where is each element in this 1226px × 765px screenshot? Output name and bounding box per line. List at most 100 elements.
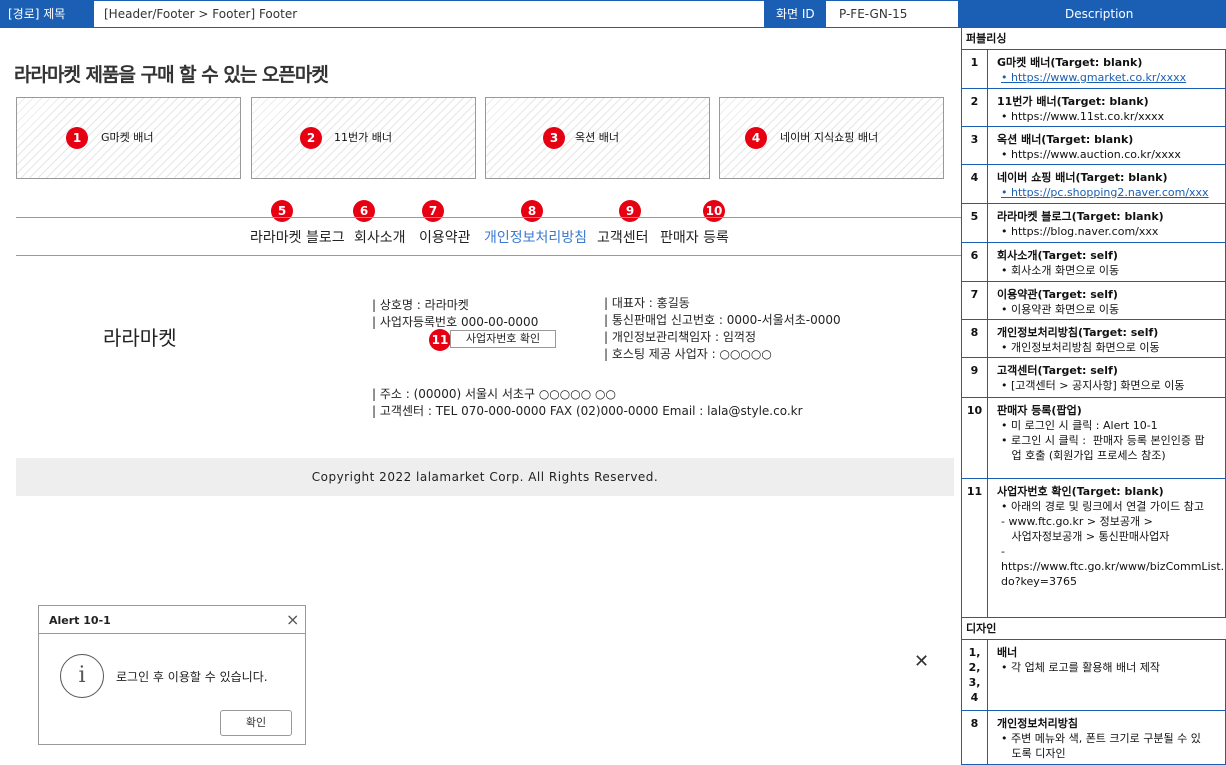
badge-9: 9 [619,200,641,222]
row-line: - [1001,545,1005,558]
row-line: • 각 업체 로고를 활용해 배너 제작 [1001,661,1161,674]
row-line: • https://www.11st.co.kr/xxxx [1001,110,1165,123]
row-number: 5 [962,204,988,242]
description-row: 1 G마켓 배너(Target: blank) • https://www.gmar… [962,50,1226,89]
row-line: • 회사소개 화면으로 이동 [1001,264,1120,277]
alert-message: 로그인 후 이용할 수 있습니다. [116,670,268,684]
row-title: 라라마켓 블로그(Target: blank) [997,210,1164,223]
row-body: 옥션 배너(Target: blank) • https://www.auctio… [997,132,1222,162]
badge-7: 7 [422,200,444,222]
row-title: 옥션 배너(Target: blank) [997,133,1134,146]
alert-dialog: Alert 10-1 × i 로그인 후 이용할 수 있습니다. 확인 [38,605,306,745]
divider-top [16,217,971,218]
badge-1: 1 [66,127,88,149]
naver-shopping-banner[interactable]: 4 네이버 지식쇼핑 배너 [719,97,944,179]
row-number: 11 [962,479,988,617]
footer-link-company[interactable]: 회사소개 [354,227,406,247]
description-row: 9 고객센터(Target: self) • [고객센터 > 공지사항] 화면으로 … [962,358,1226,398]
description-row: 8 개인정보처리방침 • 주변 메뉴와 색, 폰트 크기로 구분될 수 있 도록 디… [962,711,1226,765]
close-icon[interactable]: × [286,610,299,629]
row-link[interactable]: • https://pc.shopping2.naver.com/xxx [997,185,1222,200]
row-body: 개인정보처리방침(Target: self) • 개인정보처리방침 화면으로 이동 [997,325,1222,355]
description-row: 6 회사소개(Target: self) • 회사소개 화면으로 이동 [962,243,1226,282]
section-publishing: 퍼블리싱 [962,28,1226,50]
row-line: • 아래의 경로 및 링크에서 연결 가이드 참고 [1001,500,1205,513]
row-line: • 이용약관 화면으로 이동 [1001,303,1120,316]
ceo-name: | 대표자 : 홍길동 [604,296,690,310]
badge-8: 8 [521,200,543,222]
description-row: 1, 2, 3, 4 배너 • 각 업체 로고를 활용해 배너 제작 [962,640,1226,711]
close-icon[interactable]: ✕ [914,651,929,672]
row-title: 고객센터(Target: self) [997,364,1118,377]
row-number: 6 [962,243,988,281]
row-number: 8 [962,320,988,357]
row-body: 판매자 등록(팝업) • 미 로그인 시 클릭 : Alert 10-1 • 로그인… [997,403,1222,463]
row-number: 7 [962,282,988,319]
row-title: 개인정보처리방침 [997,717,1078,730]
footer-link-privacy[interactable]: 개인정보처리방침 [484,227,587,247]
auction-banner[interactable]: 3 옥션 배너 [485,97,710,179]
description-row: 3 옥션 배너(Target: blank) • https://www.aucti… [962,127,1226,165]
badge-3: 3 [543,127,565,149]
top-header-bar: [경로] 제목 [Header/Footer > Footer] Footer … [0,0,1226,28]
description-label: Description [1065,7,1134,21]
row-line: 업 호출 (회원가입 프로세스 참조) [1001,449,1166,462]
page-heading: 라라마켓 제품을 구매 할 수 있는 오픈마켓 [14,64,329,86]
row-title: 개인정보처리방침(Target: self) [997,326,1159,339]
info-icon: i [60,654,104,698]
row-number: 3 [962,127,988,164]
row-body: 개인정보처리방침 • 주변 메뉴와 색, 폰트 크기로 구분될 수 있 도록 디자… [997,716,1222,761]
row-link[interactable]: • https://www.gmarket.co.kr/xxxx [997,70,1222,85]
screen-id-value: P-FE-GN-15 [826,1,958,27]
row-line: https://www.ftc.go.kr/www/bizCommList. [1001,560,1225,573]
screen-id-label: 화면 ID [776,7,815,21]
privacy-officer: | 개인정보관리책임자 : 임꺽정 [604,330,757,344]
row-title: 사업자번호 확인(Target: blank) [997,485,1164,498]
hosting-provider: | 호스팅 제공 사업자 : ○○○○○ [604,347,772,361]
alert-title: Alert 10-1 [49,614,111,627]
description-row: 7 이용약관(Target: self) • 이용약관 화면으로 이동 [962,282,1226,320]
row-title: G마켓 배너(Target: blank) [997,56,1143,69]
description-row: 10 판매자 등록(팝업) • 미 로그인 시 클릭 : Alert 10-1 • 로… [962,398,1226,479]
company-name: | 상호명 : 라라마켓 [372,298,469,312]
banner-label: 11번가 배너 [334,131,392,144]
gmarket-banner[interactable]: 1 G마켓 배너 [16,97,241,179]
badge-10: 10 [703,200,725,222]
route-label: [경로] 제목 [8,7,66,21]
footer-logo: 라라마켓 [103,326,177,350]
row-body: G마켓 배너(Target: blank) • https://www.gmark… [997,55,1222,85]
alert-ok-button[interactable]: 확인 [220,710,292,736]
banner-label: 네이버 지식쇼핑 배너 [780,131,879,144]
badge-5: 5 [271,200,293,222]
row-line: 도록 디자인 [1001,747,1066,760]
banner-label: G마켓 배너 [101,131,154,144]
row-title: 판매자 등록(팝업) [997,404,1082,417]
row-title: 이용약관(Target: self) [997,288,1118,301]
row-line: • 주변 메뉴와 색, 폰트 크기로 구분될 수 있 [1001,732,1201,745]
row-number: 1 [962,50,988,88]
row-line: 사업자정보공개 > 통신판매사업자 [1001,530,1170,543]
row-line: • 미 로그인 시 클릭 : Alert 10-1 [1001,419,1158,432]
row-line: do?key=3765 [1001,575,1078,588]
row-line: • 로그인 시 클릭 : 판매자 등록 본인인증 팝 [1001,434,1205,447]
row-line: • https://www.auction.co.kr/xxxx [1001,148,1181,161]
business-number-check-button[interactable]: 사업자번호 확인 [450,330,556,348]
footer-link-seller[interactable]: 판매자 등록 [660,227,729,247]
row-line: • https://blog.naver.com/xxx [1001,225,1159,238]
footer-link-blog[interactable]: 라라마켓 블로그 [250,227,345,247]
row-line: - www.ftc.go.kr > 정보공개 > [1001,515,1153,528]
11st-banner[interactable]: 2 11번가 배너 [251,97,476,179]
badge-2: 2 [300,127,322,149]
row-body: 네이버 쇼핑 배너(Target: blank) • https://pc.sho… [997,170,1222,200]
footer-link-terms[interactable]: 이용약관 [419,227,471,247]
business-number: | 사업자등록번호 000-00-0000 [372,315,539,329]
description-row: 8 개인정보처리방침(Target: self) • 개인정보처리방침 화면으로 이… [962,320,1226,358]
route-value: [Header/Footer > Footer] Footer [94,1,764,27]
row-body: 배너 • 각 업체 로고를 활용해 배너 제작 [997,645,1222,675]
mail-order-number: | 통신판매업 신고번호 : 0000-서울서초-0000 [604,313,841,327]
row-number: 10 [962,398,988,478]
row-line: • 개인정보처리방침 화면으로 이동 [1001,341,1160,354]
row-title: 11번가 배너(Target: blank) [997,95,1149,108]
footer-link-support[interactable]: 고객센터 [597,227,649,247]
copyright-bar: Copyright 2022 lalamarket Corp. All Righ… [16,458,954,496]
